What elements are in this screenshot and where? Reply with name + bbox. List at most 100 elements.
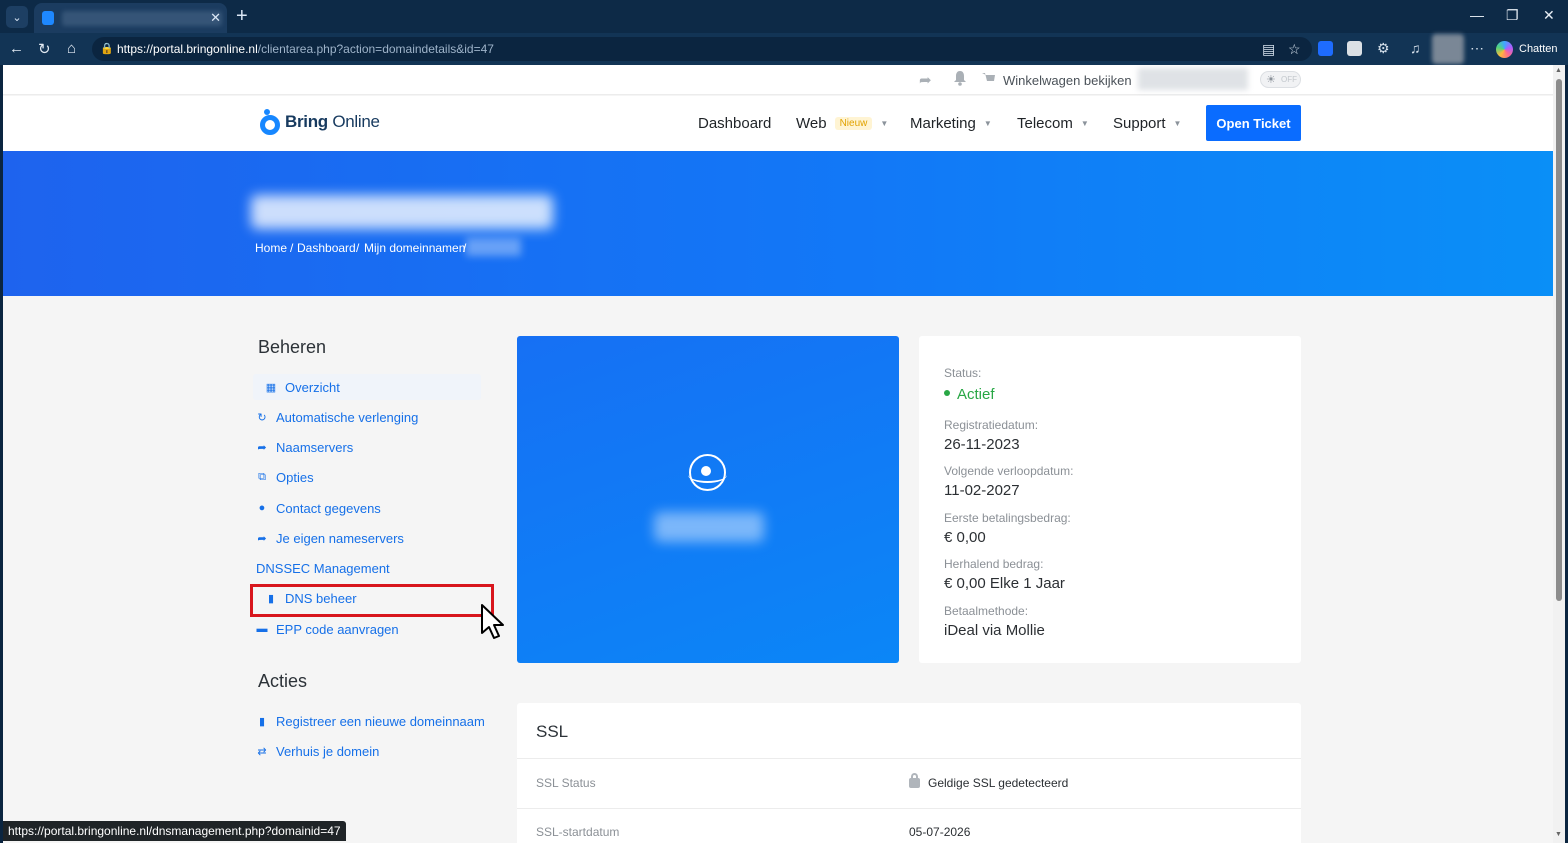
page-hero: Home / Dashboard / Mijn domeinnamen / <box>3 151 1553 296</box>
first-payment-value: € 0,00 <box>944 529 986 546</box>
next-due-date-value: 11-02-2027 <box>944 482 1020 499</box>
scroll-thumb[interactable] <box>1556 79 1562 601</box>
breadcrumb-current-redacted <box>466 238 521 256</box>
divider <box>517 758 1301 759</box>
sidebar-item-auto-renew[interactable]: ↻ Automatische verlenging <box>256 404 418 430</box>
recurring-amount-label: Herhalend bedrag: <box>944 557 1044 571</box>
registration-date-label: Registratiedatum: <box>944 418 1039 432</box>
breadcrumb-dashboard[interactable]: Dashboard <box>297 241 356 255</box>
share-icon[interactable]: ➦ <box>919 71 932 89</box>
sidebar-item-label: Registreer een nieuwe domeinnaam <box>276 713 485 729</box>
favorites-icon[interactable]: ♫ <box>1410 40 1421 56</box>
actions-heading: Acties <box>258 671 308 691</box>
account-name-redacted[interactable] <box>1138 68 1248 90</box>
nav-telecom[interactable]: Telecom ▼ <box>1017 115 1089 132</box>
new-tab-plus-icon[interactable]: + <box>236 6 248 26</box>
tab-title-redacted <box>62 11 222 26</box>
copilot-chat-button[interactable]: Chatten <box>1496 39 1558 59</box>
favorite-star-icon[interactable]: ☆ <box>1288 41 1301 58</box>
caret-down-icon: ▼ <box>983 119 992 128</box>
domain-card <box>517 336 899 663</box>
dark-mode-toggle[interactable]: ☀ OFF <box>1260 71 1301 88</box>
nav-web[interactable]: Web Nieuw ▼ <box>796 115 888 132</box>
new-badge: Nieuw <box>834 117 873 130</box>
page-viewport: ➦ Winkelwagen bekijken ☀ OFF Bring Onlin… <box>3 65 1565 843</box>
nav-dashboard[interactable]: Dashboard <box>698 115 771 132</box>
url-field[interactable]: 🔒 https://portal.bringonline.nl/clientar… <box>92 37 1312 61</box>
sidebar-item-label: Verhuis je domein <box>276 743 380 759</box>
sidebar-item-epp-code[interactable]: ▬ EPP code aanvragen <box>256 616 399 642</box>
site-header: Bring Online Dashboard Web Nieuw ▼ Marketi… <box>3 96 1553 151</box>
active-browser-tab[interactable]: ✕ <box>34 3 227 33</box>
sidebar-item-label: DNSSEC Management <box>256 560 390 576</box>
sidebar-item-dnssec[interactable]: DNSSEC Management <box>256 555 390 581</box>
ssl-status-label: SSL Status <box>536 776 596 790</box>
scroll-down-icon[interactable]: ▼ <box>1555 831 1562 838</box>
manage-heading: Beheren <box>258 337 327 357</box>
domain-info-card: Status: Actief Registratiedatum: 26-11-2… <box>919 336 1301 663</box>
more-options-icon[interactable]: ⋯ <box>1470 40 1484 57</box>
reader-mode-icon[interactable]: ▤ <box>1262 41 1275 58</box>
registration-date-value: 26-11-2023 <box>944 436 1020 453</box>
sidebar-item-transfer-domain[interactable]: ⇄ Verhuis je domein <box>256 738 379 764</box>
tag-icon: ▮ <box>258 715 266 728</box>
open-ticket-button[interactable]: Open Ticket <box>1206 105 1301 141</box>
domain-name-redacted <box>654 512 764 542</box>
payment-method-label: Betaalmethode: <box>944 604 1029 618</box>
profile-avatar[interactable] <box>1432 34 1464 64</box>
next-due-date-label: Volgende verloopdatum: <box>944 464 1074 478</box>
caret-down-icon: ▼ <box>1173 119 1182 128</box>
caret-down-icon: ▼ <box>1080 119 1089 128</box>
sidebar-item-label: Overzicht <box>285 379 340 395</box>
nav-support[interactable]: Support ▼ <box>1113 115 1181 132</box>
globe-icon <box>688 454 727 491</box>
payment-method-value: iDeal via Mollie <box>944 622 1045 639</box>
logo-mark-icon <box>260 109 280 135</box>
restore-icon[interactable]: ❐ <box>1506 7 1519 24</box>
reload-icon[interactable]: ↻ <box>38 40 51 58</box>
sidebar-item-nameservers[interactable]: ➦ Naamservers <box>256 434 353 460</box>
view-cart-link[interactable]: Winkelwagen bekijken <box>1003 73 1132 88</box>
nav-marketing[interactable]: Marketing ▼ <box>910 115 992 132</box>
close-tab-icon[interactable]: ✕ <box>210 10 221 26</box>
back-arrow-icon[interactable]: ← <box>9 40 24 57</box>
first-payment-label: Eerste betalingsbedrag: <box>944 511 1071 525</box>
sidebar-item-own-nameservers[interactable]: ➦ Je eigen nameservers <box>256 525 404 551</box>
bring-online-logo[interactable]: Bring Online <box>260 109 380 135</box>
ssl-card: SSL SSL Status Geldige SSL gedetecteerd … <box>517 703 1301 843</box>
utility-bar: ➦ Winkelwagen bekijken ☀ OFF <box>3 65 1553 95</box>
close-window-icon[interactable]: ✕ <box>1543 7 1555 24</box>
ssl-status-value: Geldige SSL gedetecteerd <box>909 773 1068 790</box>
site-info-lock-icon[interactable]: 🔒 <box>100 42 114 55</box>
copilot-chat-label: Chatten <box>1519 43 1558 55</box>
bell-icon[interactable] <box>953 70 967 86</box>
user-icon: ● <box>258 502 266 514</box>
share-arrow-icon: ➦ <box>257 441 267 454</box>
ssl-start-date-label: SSL-startdatum <box>536 825 620 839</box>
sync-icon: ↻ <box>257 411 267 424</box>
extension-icon[interactable] <box>1318 41 1333 56</box>
breadcrumb-home[interactable]: Home <box>255 241 287 255</box>
sidebar-item-options[interactable]: ⧉ Opties <box>256 464 314 490</box>
extensions-puzzle-icon[interactable]: ⚙ <box>1377 40 1390 57</box>
extension-icon-2[interactable] <box>1347 41 1362 56</box>
transfer-icon: ⇄ <box>257 745 267 758</box>
toggle-state-label: OFF <box>1281 75 1297 84</box>
ssl-start-date-value: 05-07-2026 <box>909 825 971 839</box>
sidebar-item-overview[interactable]: ▦ Overzicht <box>253 374 481 400</box>
tab-list-chevron-icon[interactable]: ⌄ <box>6 6 28 28</box>
credit-card-icon: ▬ <box>256 623 268 635</box>
sidebar-item-label: EPP code aanvragen <box>276 621 399 637</box>
status-label: Status: <box>944 366 982 380</box>
home-icon[interactable]: ⌂ <box>67 40 76 57</box>
sidebar-item-register-domain[interactable]: ▮ Registreer een nieuwe domeinnaam <box>256 708 485 734</box>
cart-icon[interactable] <box>981 72 996 84</box>
sidebar-item-label: Automatische verlenging <box>276 409 419 425</box>
scroll-up-icon[interactable]: ▲ <box>1555 67 1562 74</box>
clone-icon: ⧉ <box>258 470 266 483</box>
page-scrollbar[interactable]: ▲ ▼ <box>1553 65 1565 843</box>
breadcrumb-domains[interactable]: Mijn domeinnamen <box>364 241 465 255</box>
page-title-redacted <box>251 195 553 229</box>
sidebar-item-contacts[interactable]: ● Contact gegevens <box>256 495 381 521</box>
minimize-icon[interactable]: — <box>1470 7 1484 23</box>
